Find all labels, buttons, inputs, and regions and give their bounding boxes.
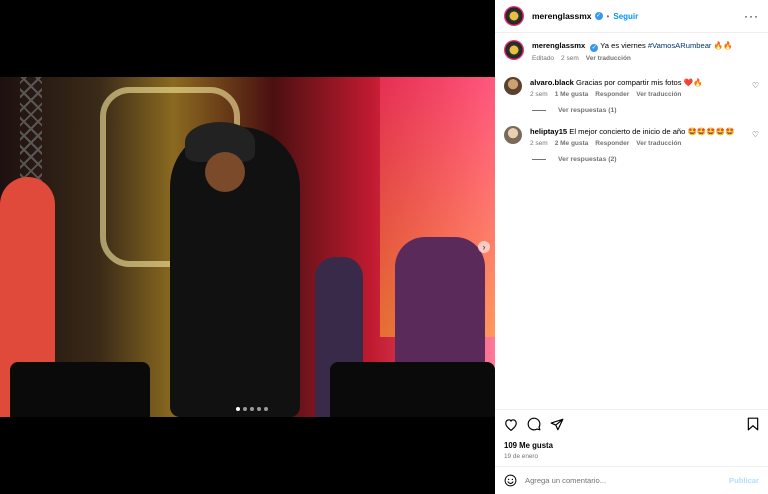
comment-body: heliptay15 El mejor concierto de inicio … [530,126,746,147]
share-icon[interactable] [550,418,564,431]
author-avatar[interactable] [504,6,524,26]
caption-meta: Editado 2 sem Ver traducción [532,55,759,62]
verified-badge-icon: ✓ [590,44,599,52]
verified-badge-icon: ✓ [594,12,603,20]
view-replies-button[interactable]: Ver respuestas (2) [532,156,768,163]
caption-username[interactable]: merenglassmx [532,41,585,50]
view-replies-label: Ver respuestas (2) [558,156,617,163]
comment-time[interactable]: 2 sem [530,91,548,98]
view-replies-button[interactable]: Ver respuestas (1) [532,107,768,114]
carousel-dot[interactable] [264,407,268,411]
caption-body: merenglassmx ✓ Ya es viernes #VamosARumb… [532,40,759,62]
caption-translate-link[interactable]: Ver traducción [586,55,631,62]
view-replies-label: Ver respuestas (1) [558,107,617,114]
post-header: merenglassmx ✓ • Seguir ··· [495,0,768,33]
comment-username[interactable]: heliptay15 [530,127,567,136]
stage-speaker-left [10,362,150,417]
comment-message: Gracias por compartir mis fotos ❤️🔥 [576,78,703,87]
comment-item: heliptay15 El mejor concierto de inicio … [495,126,768,147]
emoji-icon[interactable] [504,474,517,487]
singer-face [205,152,245,192]
media-area: › [0,0,495,494]
comment-translate-link[interactable]: Ver traducción [636,140,681,147]
comment-like-heart-icon[interactable]: ♡ [752,81,759,98]
caption-emoji: 🔥🔥 [713,41,733,50]
heart-icon[interactable] [504,418,518,431]
comment-username[interactable]: alvaro.black [530,78,574,87]
comment-avatar[interactable] [504,77,522,95]
post-viewer: › merenglassmx ✓ • Seguir ··· merenglass… [0,0,768,494]
comment-meta: 2 sem 1 Me gusta Responder Ver traducció… [530,91,746,98]
comment-icon[interactable] [527,417,541,431]
caption-hashtag[interactable]: #VamosARumbear [648,41,712,50]
carousel-dot[interactable] [250,407,254,411]
bookmark-icon[interactable] [747,417,759,431]
post-photo[interactable] [0,77,495,417]
author-username[interactable]: merenglassmx [532,11,592,21]
reply-button[interactable]: Responder [595,140,629,147]
comments-scroll[interactable]: merenglassmx ✓ Ya es viernes #VamosARumb… [495,33,768,409]
post-actions: 109 Me gusta 19 de enero Agrega un comen… [495,409,768,494]
comment-avatar[interactable] [504,126,522,144]
more-options-icon[interactable]: ··· [744,9,759,23]
comment-likes[interactable]: 2 Me gusta [555,140,589,147]
header-separator: • [606,11,610,21]
comment-meta: 2 sem 2 Me gusta Responder Ver traducció… [530,140,746,147]
comment-translate-link[interactable]: Ver traducción [636,91,681,98]
likes-count[interactable]: 109 Me gusta [495,431,768,450]
caption-message: Ya es viernes [600,41,646,50]
publish-button[interactable]: Publicar [729,476,759,485]
comment-text: alvaro.black Gracias por compartir mis f… [530,77,746,88]
carousel-dot[interactable] [243,407,247,411]
comment-composer: Agrega un comentario... Publicar [495,466,768,494]
action-icons [495,410,768,431]
comment-like-heart-icon[interactable]: ♡ [752,130,759,147]
carousel-dot[interactable] [257,407,261,411]
comment-item: alvaro.black Gracias por compartir mis f… [495,77,768,98]
caption-avatar[interactable] [504,40,524,60]
reply-button[interactable]: Responder [595,91,629,98]
caption-time[interactable]: 2 sem [561,55,579,62]
edited-label: Editado [532,55,555,62]
comment-body: alvaro.black Gracias por compartir mis f… [530,77,746,98]
post-date: 19 de enero [504,453,539,460]
comment-likes[interactable]: 1 Me gusta [555,91,589,98]
carousel-dot[interactable] [236,407,240,411]
carousel-indicator [236,407,268,411]
caption-row: merenglassmx ✓ Ya es viernes #VamosARumb… [495,40,768,62]
replies-divider [532,159,546,160]
caption-text: merenglassmx ✓ Ya es viernes #VamosARumb… [532,40,759,52]
carousel-next-icon[interactable]: › [478,241,490,253]
comment-input[interactable]: Agrega un comentario... [525,476,729,485]
replies-divider [532,110,546,111]
comment-message: El mejor concierto de inicio de año 🤩🤩🤩🤩… [569,127,735,136]
comment-text: heliptay15 El mejor concierto de inicio … [530,126,746,137]
stage-speaker-right [330,362,495,417]
follow-button[interactable]: Seguir [613,12,638,21]
comment-time[interactable]: 2 sem [530,140,548,147]
post-side-panel: merenglassmx ✓ • Seguir ··· merenglassmx… [495,0,768,494]
